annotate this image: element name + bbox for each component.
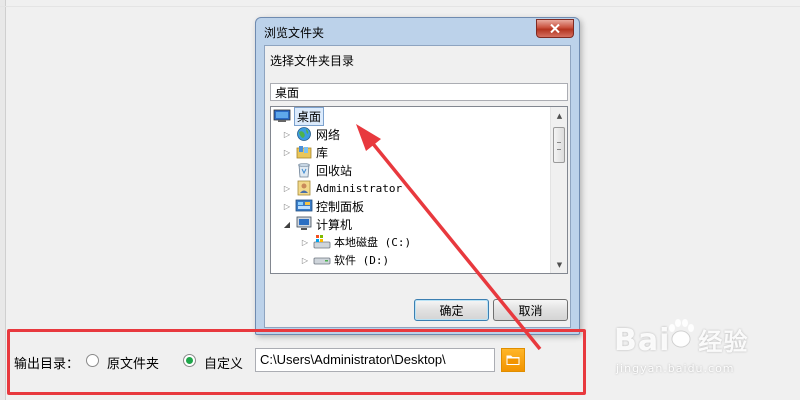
watermark-url: jingyan.baidu.com	[616, 362, 735, 375]
paw-icon	[669, 319, 694, 348]
baidu-jingyan-watermark: Bai 经验 jingyan.baidu.com	[614, 319, 794, 382]
